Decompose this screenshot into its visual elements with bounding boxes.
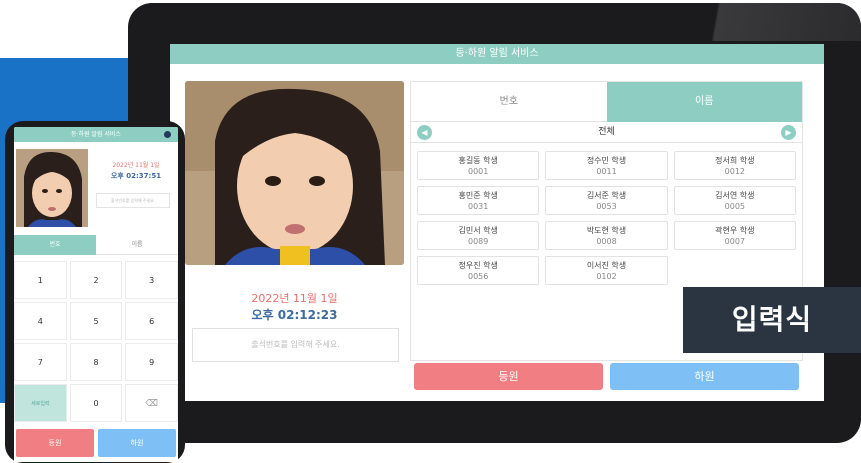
student-card[interactable]: 박도현 학생 0008 (545, 221, 668, 250)
student-card[interactable]: 홍민준 학생 0031 (417, 186, 540, 215)
student-number: 0011 (596, 167, 617, 176)
checkin-button[interactable]: 등원 (414, 363, 603, 390)
tablet-time: 오후 02:12:23 (251, 308, 338, 322)
student-card[interactable]: 정우진 학생 0056 (417, 256, 540, 285)
student-number: 0053 (596, 202, 617, 211)
student-number: 0102 (596, 272, 617, 281)
key-3[interactable]: 3 (125, 261, 178, 299)
student-card[interactable]: 김서연 학생 0005 (673, 186, 796, 215)
tab-name[interactable]: 이름 (606, 82, 802, 122)
student-name: 김서준 학생 (586, 191, 627, 200)
key-6[interactable]: 6 (125, 302, 178, 340)
group-filter-label: 전체 (598, 127, 615, 137)
next-arrow-icon[interactable]: ▶ (781, 125, 796, 140)
group-filter: ◀ 전체 ▶ (411, 122, 802, 143)
input-type-badge: 입력식 (683, 287, 861, 353)
tablet-tab-bar: 번호 이름 (411, 82, 802, 122)
promo-stage: 등·하원 알림 서비스 2022년 11월 1일 오후 02:12:23 출석번… (0, 0, 861, 463)
student-number: 0089 (467, 237, 489, 246)
phone-screen: 등·하원 알림 서비스 2022년 11월 1일 오후 02:37:51 출석번… (14, 127, 178, 462)
student-card[interactable]: 김서준 학생 0053 (545, 186, 668, 215)
attendance-number-input[interactable]: 출석번호를 입력해 주세요. (192, 328, 399, 362)
phone-attendance-input[interactable]: 출석번호를 입력해 주세요. (96, 193, 170, 208)
student-number: 0031 (467, 202, 489, 211)
student-name: 정서희 학생 (715, 156, 755, 165)
student-photo (185, 81, 404, 265)
phone-checkout-button[interactable]: 하원 (98, 429, 176, 457)
student-number: 0056 (467, 272, 489, 281)
student-number: 0001 (467, 167, 489, 176)
student-card[interactable]: 홍길동 학생 0001 (417, 151, 540, 180)
student-grid: 홍길동 학생 0001 정수민 학생 0011 정서희 학생 0012 홍민준 학생 0031… (411, 143, 802, 285)
backspace-icon[interactable]: ⌫ (125, 384, 178, 422)
phone-tab-name[interactable]: 이름 (96, 235, 178, 255)
student-name: 홍길동 학생 (458, 156, 498, 165)
student-number: 0012 (724, 167, 745, 176)
key-1[interactable]: 1 (14, 261, 67, 299)
student-name: 정우진 학생 (458, 261, 498, 270)
phone-tab-bar: 번호 이름 (14, 235, 178, 255)
phone-date: 2022년 11월 1일 (112, 162, 160, 169)
key-2[interactable]: 2 (69, 261, 123, 299)
phone-time: 오후 02:37:51 (110, 172, 162, 180)
tablet-header-title: 등·하원 알림 서비스 (170, 44, 824, 64)
key-9[interactable]: 9 (125, 343, 178, 381)
student-card[interactable]: 곽현우 학생 0007 (673, 221, 796, 250)
phone-checkin-button[interactable]: 등원 (16, 429, 94, 457)
camera-icon (164, 131, 171, 138)
checkout-button[interactable]: 하원 (610, 363, 799, 390)
student-number: 0007 (724, 237, 745, 246)
student-name: 김민서 학생 (458, 226, 498, 235)
prev-arrow-icon[interactable]: ◀ (417, 125, 432, 140)
phone-header: 등·하원 알림 서비스 (14, 127, 178, 142)
student-name: 이서진 학생 (586, 261, 627, 270)
key-4[interactable]: 4 (14, 302, 67, 340)
student-name: 박도현 학생 (586, 226, 627, 235)
key-8[interactable]: 8 (69, 343, 123, 381)
key-0[interactable]: 0 (69, 384, 123, 422)
student-card[interactable]: 정수민 학생 0011 (545, 151, 668, 180)
phone-student-photo (16, 149, 88, 227)
tablet-date: 2022년 11월 1일 (251, 292, 338, 305)
student-number: 0005 (724, 202, 745, 211)
tablet-glare (618, 3, 861, 41)
student-photo-illustration (185, 81, 404, 265)
number-keypad: 1 2 3 4 5 6 7 8 9 새로입력 0 ⌫ (14, 261, 178, 422)
phone-tab-number[interactable]: 번호 (14, 235, 96, 255)
phone-student-photo-illustration (16, 149, 88, 227)
student-name: 곽현우 학생 (715, 226, 755, 235)
student-name: 홍민준 학생 (458, 191, 498, 200)
key-5[interactable]: 5 (69, 302, 123, 340)
student-card[interactable]: 김민서 학생 0089 (417, 221, 540, 250)
tab-number[interactable]: 번호 (411, 82, 607, 122)
student-name: 정수민 학생 (586, 156, 627, 165)
phone-header-title: 등·하원 알림 서비스 (71, 131, 121, 138)
student-number: 0008 (596, 237, 617, 246)
key-7[interactable]: 7 (14, 343, 67, 381)
reset-input-key[interactable]: 새로입력 (14, 384, 67, 422)
student-name: 김서연 학생 (715, 191, 755, 200)
student-card[interactable]: 이서진 학생 0102 (545, 256, 668, 285)
student-card[interactable]: 정서희 학생 0012 (673, 151, 796, 180)
